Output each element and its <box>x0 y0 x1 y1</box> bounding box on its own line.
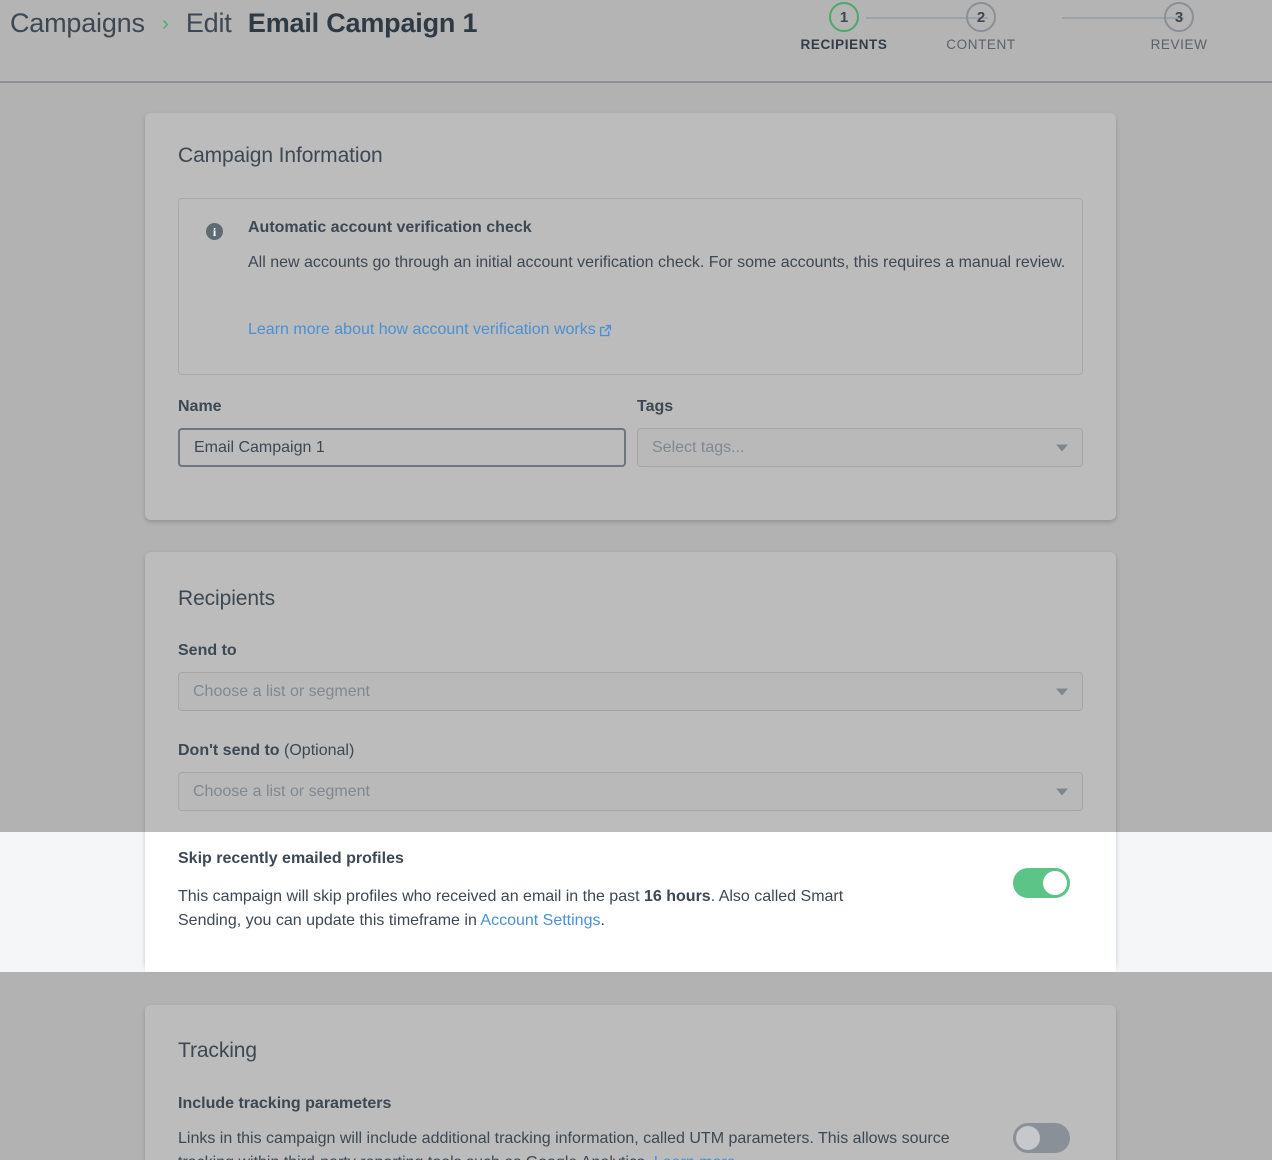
campaign-name-input[interactable] <box>178 428 626 467</box>
include-tracking-parameters-description: Links in this campaign will include addi… <box>178 1127 968 1160</box>
step-indicator: 1 RECIPIENTS 2 CONTENT 3 REVIEW <box>784 0 1264 72</box>
step-content[interactable]: 2 CONTENT <box>921 0 1041 52</box>
page-body: Campaign Information i Automatic account… <box>0 83 1272 1160</box>
tags-field-label: Tags <box>637 398 674 415</box>
chevron-down-icon <box>1056 444 1068 451</box>
breadcrumb-separator-icon: › <box>162 13 169 35</box>
step-3-circle: 3 <box>1164 2 1194 32</box>
smart-sending-description: This campaign will skip profiles who rec… <box>178 885 908 933</box>
send-to-select[interactable]: Choose a list or segment <box>178 672 1083 711</box>
tags-select[interactable]: Select tags... <box>637 428 1083 467</box>
step-2-circle: 2 <box>966 2 996 32</box>
smart-sending-title: Skip recently emailed profiles <box>178 850 404 867</box>
smart-sending-timeframe: 16 hours <box>644 888 711 905</box>
dont-send-to-placeholder: Choose a list or segment <box>193 782 370 800</box>
dont-send-to-select[interactable]: Choose a list or segment <box>178 772 1083 811</box>
dont-send-to-optional-suffix: (Optional) <box>284 742 355 759</box>
step-review[interactable]: 3 REVIEW <box>1119 0 1239 52</box>
account-verification-learn-more-link[interactable]: Learn more about how account verificatio… <box>248 321 612 339</box>
info-box-title: Automatic account verification check <box>248 219 532 236</box>
dont-send-to-label-text: Don't send to <box>178 742 280 759</box>
tracking-description-text: Links in this campaign will include addi… <box>178 1130 950 1160</box>
breadcrumb-campaigns-link[interactable]: Campaigns <box>10 8 145 38</box>
step-3-label: REVIEW <box>1150 37 1208 52</box>
name-field-label: Name <box>178 398 222 415</box>
smart-sending-text-before: This campaign will skip profiles who rec… <box>178 888 644 905</box>
breadcrumb: Campaigns › Edit Email Campaign 1 <box>10 8 477 39</box>
account-verification-info-box: i Automatic account verification check A… <box>178 198 1083 375</box>
info-box-body: All new accounts go through an initial a… <box>248 254 1066 271</box>
tracking-card: Tracking Include tracking parameters Lin… <box>145 1005 1116 1160</box>
campaign-editor-page: Campaigns › Edit Email Campaign 1 1 RECI… <box>0 0 1272 1160</box>
chevron-down-icon <box>1056 788 1068 795</box>
recipients-title: Recipients <box>178 587 276 610</box>
page-title: Email Campaign 1 <box>247 8 478 38</box>
smart-sending-toggle[interactable] <box>1013 868 1070 898</box>
include-tracking-parameters-toggle-knob <box>1016 1126 1040 1150</box>
tags-select-placeholder: Select tags... <box>652 438 745 456</box>
step-recipients[interactable]: 1 RECIPIENTS <box>784 0 904 52</box>
campaign-information-title: Campaign Information <box>178 144 383 167</box>
send-to-label: Send to <box>178 642 237 659</box>
tracking-title: Tracking <box>178 1039 257 1062</box>
external-link-icon <box>599 324 612 337</box>
include-tracking-parameters-title: Include tracking parameters <box>178 1095 392 1112</box>
chevron-down-icon <box>1056 688 1068 695</box>
smart-sending-text-after: . <box>600 912 605 929</box>
smart-sending-row: Skip recently emailed profiles This camp… <box>145 832 1116 972</box>
smart-sending-toggle-knob <box>1043 871 1067 895</box>
breadcrumb-edit-label: Edit <box>185 8 232 38</box>
info-circle-icon: i <box>206 223 223 240</box>
info-box-link-label: Learn more about how account verificatio… <box>248 321 596 338</box>
send-to-placeholder: Choose a list or segment <box>193 682 370 700</box>
step-2-label: CONTENT <box>946 37 1016 52</box>
campaign-information-card: Campaign Information i Automatic account… <box>145 113 1116 520</box>
tracking-learn-more-link[interactable]: Learn more <box>654 1154 736 1160</box>
dont-send-to-label: Don't send to (Optional) <box>178 742 354 760</box>
account-settings-link[interactable]: Account Settings <box>480 912 600 929</box>
include-tracking-parameters-toggle[interactable] <box>1013 1123 1070 1153</box>
page-header: Campaigns › Edit Email Campaign 1 1 RECI… <box>0 0 1272 83</box>
step-1-label: RECIPIENTS <box>800 37 888 52</box>
step-1-circle: 1 <box>829 2 859 32</box>
